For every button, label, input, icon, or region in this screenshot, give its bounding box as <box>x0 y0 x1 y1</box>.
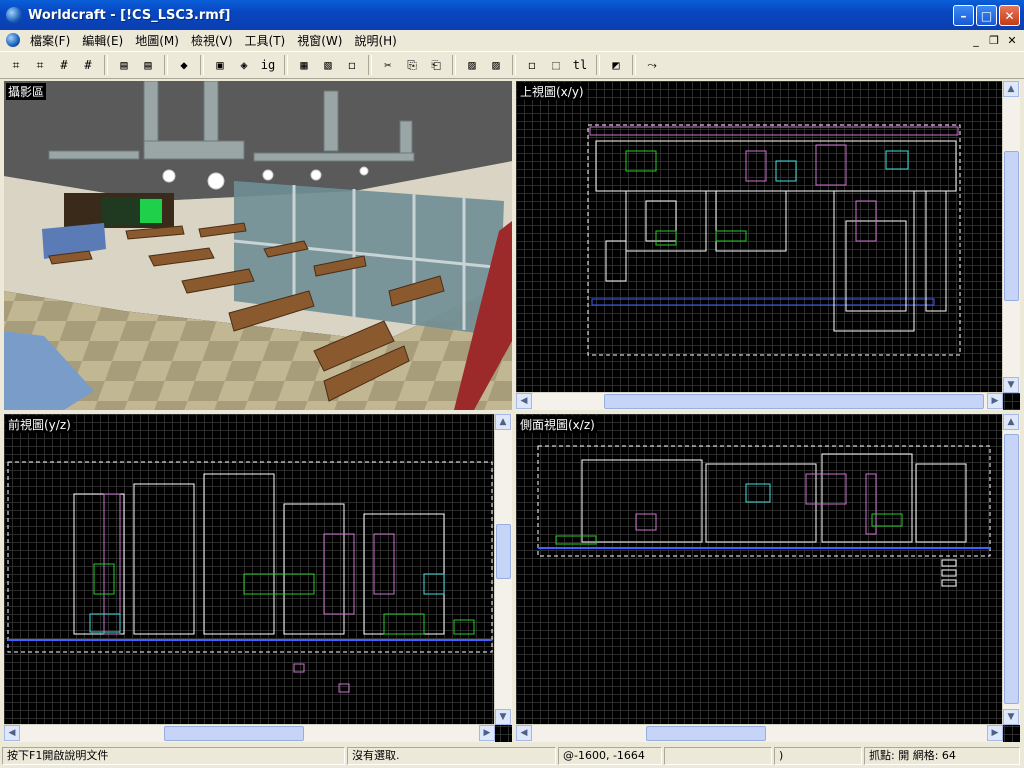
side-pane-label: 側面視圖(x/z) <box>518 416 597 433</box>
title-bar: Worldcraft - [!CS_LSC3.rmf] – □ ✕ <box>0 0 1024 30</box>
scroll-right-icon[interactable]: ▶ <box>987 725 1003 741</box>
side-vertical-scrollbar[interactable]: ▲ ▼ <box>1002 414 1020 725</box>
menu-window[interactable]: 視窗(W) <box>291 32 348 49</box>
tie-to-entity-icon[interactable]: tl <box>569 54 591 76</box>
menu-bar: 檔案(F) 編輯(E) 地圖(M) 檢視(V) 工具(T) 視窗(W) 說明(H… <box>0 30 1024 50</box>
status-bar: 按下F1開啟說明文件 沒有選取. @-1600, -1664 ) 抓點: 開 網… <box>0 744 1024 768</box>
scroll-thumb[interactable] <box>1004 434 1019 704</box>
carve-icon[interactable]: ▦ <box>293 54 315 76</box>
camera-pane-label: 攝影區 <box>6 83 47 100</box>
scroll-up-icon[interactable]: ▲ <box>495 414 511 430</box>
selection-box-icon[interactable]: ⬚ <box>545 54 567 76</box>
status-paren: ) <box>774 747 862 765</box>
show-all-icon[interactable]: ▣ <box>209 54 231 76</box>
toolbar-separator <box>284 55 288 75</box>
scroll-up-icon[interactable]: ▲ <box>1003 414 1019 430</box>
menu-map[interactable]: 地圖(M) <box>129 32 185 49</box>
front-viewport[interactable]: 前視圖(y/z) ▲ ▼ ◀ ▶ <box>4 414 512 742</box>
toolbar-separator <box>104 55 108 75</box>
minimize-button[interactable]: – <box>953 5 974 26</box>
toolbar-separator <box>368 55 372 75</box>
handles-icon[interactable]: ◻ <box>521 54 543 76</box>
hide-objects-icon[interactable]: ◈ <box>233 54 255 76</box>
paste-icon[interactable]: ⎗ <box>425 54 447 76</box>
toolbar-separator <box>632 55 636 75</box>
scroll-left-icon[interactable]: ◀ <box>516 393 532 409</box>
status-snap-grid: 抓點: 開 網格: 64 <box>864 747 1020 765</box>
toolbar-separator <box>164 55 168 75</box>
status-coordinates: @-1600, -1664 <box>558 747 662 765</box>
scroll-left-icon[interactable]: ◀ <box>516 725 532 741</box>
scroll-thumb[interactable] <box>604 394 984 409</box>
toggle-3d-grid-icon[interactable]: # <box>77 54 99 76</box>
mdi-close-button[interactable]: ✕ <box>1004 33 1020 47</box>
cut-icon[interactable]: ✂ <box>377 54 399 76</box>
run-map-icon[interactable]: ◩ <box>605 54 627 76</box>
texture-scaling-lock-icon[interactable]: ▨ <box>485 54 507 76</box>
front-vertical-scrollbar[interactable]: ▲ ▼ <box>494 414 512 725</box>
scroll-down-icon[interactable]: ▼ <box>495 709 511 725</box>
mdi-minimize-button[interactable]: _ <box>968 33 984 47</box>
front-pane-label: 前視圖(y/z) <box>6 416 73 433</box>
side-view-brushes <box>537 445 991 587</box>
window-title: Worldcraft - [!CS_LSC3.rmf] <box>28 7 231 23</box>
side-horizontal-scrollbar[interactable]: ◀ ▶ <box>516 724 1003 742</box>
toolbar-separator <box>596 55 600 75</box>
menu-tools[interactable]: 工具(T) <box>239 32 292 49</box>
grid-larger-icon[interactable]: ⌗ <box>29 54 51 76</box>
scroll-thumb[interactable] <box>496 524 511 579</box>
scroll-right-icon[interactable]: ▶ <box>479 725 495 741</box>
top-viewport[interactable]: 上視圖(x/y) ▲ ▼ ◀ ▶ <box>516 81 1020 410</box>
status-help-text: 按下F1開啟說明文件 <box>2 747 345 765</box>
solid-icon[interactable]: ◻ <box>341 54 363 76</box>
scroll-thumb[interactable] <box>1004 151 1019 301</box>
scroll-right-icon[interactable]: ▶ <box>987 393 1003 409</box>
menu-edit[interactable]: 編輯(E) <box>76 32 129 49</box>
mdi-restore-button[interactable]: ❐ <box>986 33 1002 47</box>
document-icon[interactable] <box>6 33 20 47</box>
worldcraft-app-icon[interactable] <box>6 7 22 23</box>
menu-view[interactable]: 檢視(V) <box>185 32 239 49</box>
path-tool-icon[interactable]: ⤳ <box>641 54 663 76</box>
top-pane-label: 上視圖(x/y) <box>518 83 586 100</box>
copy-icon[interactable]: ⎘ <box>401 54 423 76</box>
ungroup-icon[interactable]: ▤ <box>137 54 159 76</box>
scroll-left-icon[interactable]: ◀ <box>4 725 20 741</box>
toolbar-separator <box>512 55 516 75</box>
menu-file[interactable]: 檔案(F) <box>24 32 76 49</box>
group-icon[interactable]: ▤ <box>113 54 135 76</box>
maximize-button[interactable]: □ <box>976 5 997 26</box>
scroll-down-icon[interactable]: ▼ <box>1003 377 1019 393</box>
toggle-grid-icon[interactable]: # <box>53 54 75 76</box>
menu-help[interactable]: 說明(H) <box>348 32 402 49</box>
close-button[interactable]: ✕ <box>999 5 1020 26</box>
top-view-brushes <box>587 124 961 356</box>
status-size <box>664 747 772 765</box>
toolbar: ⌗ ⌗ # # ▤ ▤ ◆ ▣ ◈ ig ▦ ▧ ◻ ✂ ⎘ ⎗ ▨ ▨ ◻ ⬚… <box>0 51 1024 79</box>
toolbar-separator <box>200 55 204 75</box>
toolbar-separator <box>452 55 456 75</box>
scroll-thumb[interactable] <box>164 726 304 741</box>
front-horizontal-scrollbar[interactable]: ◀ ▶ <box>4 724 495 742</box>
texture-lock-icon[interactable]: ▨ <box>461 54 483 76</box>
front-view-brushes <box>7 461 493 693</box>
top-vertical-scrollbar[interactable]: ▲ ▼ <box>1002 81 1020 393</box>
side-viewport[interactable]: 側面視圖(x/z) ▲ ▼ ◀ ▶ <box>516 414 1020 742</box>
grid-smaller-icon[interactable]: ⌗ <box>5 54 27 76</box>
hide-selection-icon[interactable]: ◆ <box>173 54 195 76</box>
camera-viewport[interactable]: 攝影區 <box>4 81 512 410</box>
status-selection: 沒有選取. <box>347 747 556 765</box>
top-horizontal-scrollbar[interactable]: ◀ ▶ <box>516 392 1003 410</box>
scroll-down-icon[interactable]: ▼ <box>1003 709 1019 725</box>
scroll-up-icon[interactable]: ▲ <box>1003 81 1019 97</box>
scroll-thumb[interactable] <box>646 726 766 741</box>
make-hollow-icon[interactable]: ▧ <box>317 54 339 76</box>
ignore-groups-icon[interactable]: ig <box>257 54 279 76</box>
classroom-3d-render <box>4 81 512 410</box>
